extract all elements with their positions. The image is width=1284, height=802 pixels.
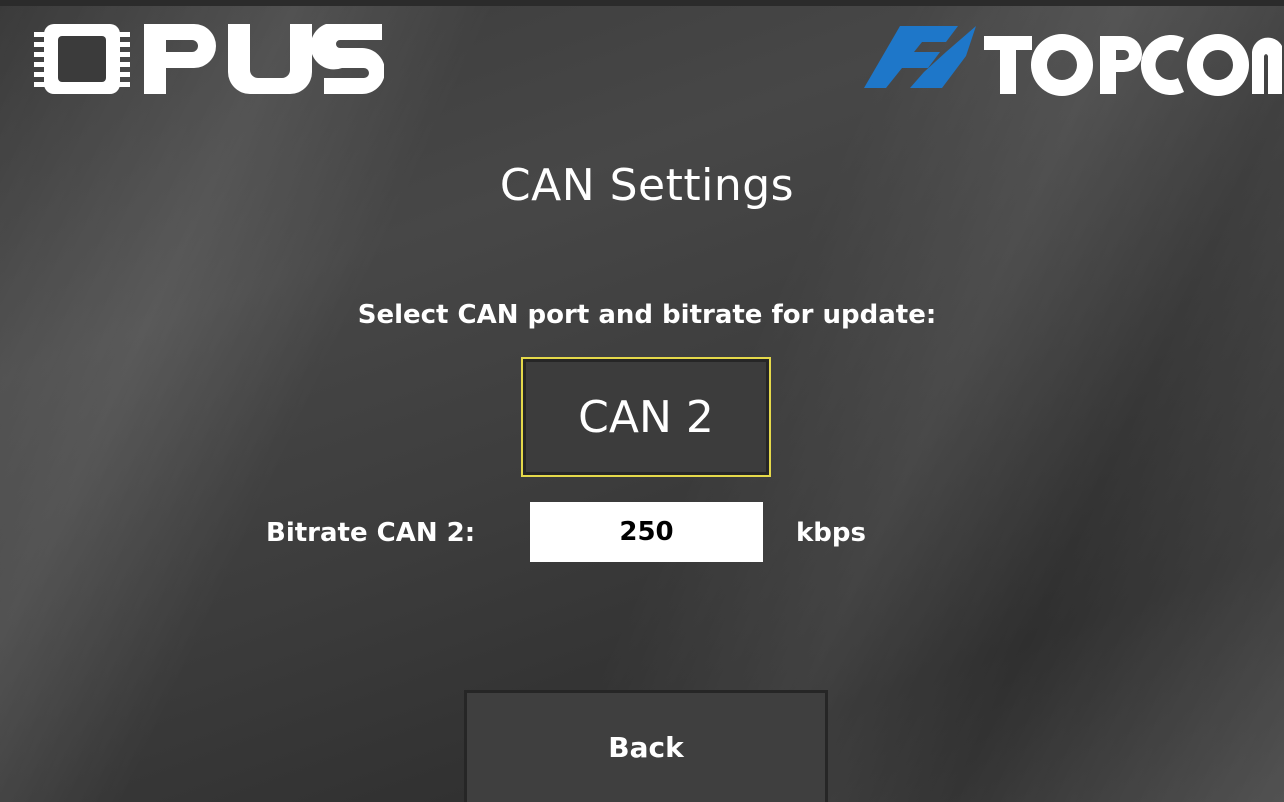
back-button[interactable]: Back — [464, 690, 828, 802]
instruction-text: Select CAN port and bitrate for update: — [357, 300, 937, 330]
bitrate-unit: kbps — [796, 518, 866, 548]
page-title: CAN Settings — [499, 160, 795, 211]
opus-logo — [34, 24, 384, 94]
bitrate-label: Bitrate CAN 2: — [266, 518, 476, 548]
can-port-label: CAN 2 — [578, 391, 714, 443]
bitrate-input[interactable]: 250 — [530, 502, 763, 562]
back-button-label: Back — [608, 731, 684, 764]
topcon-logo — [864, 26, 1282, 97]
top-edge-strip — [0, 0, 1284, 6]
bitrate-value: 250 — [619, 517, 674, 547]
can-port-select-button[interactable]: CAN 2 — [521, 357, 771, 477]
